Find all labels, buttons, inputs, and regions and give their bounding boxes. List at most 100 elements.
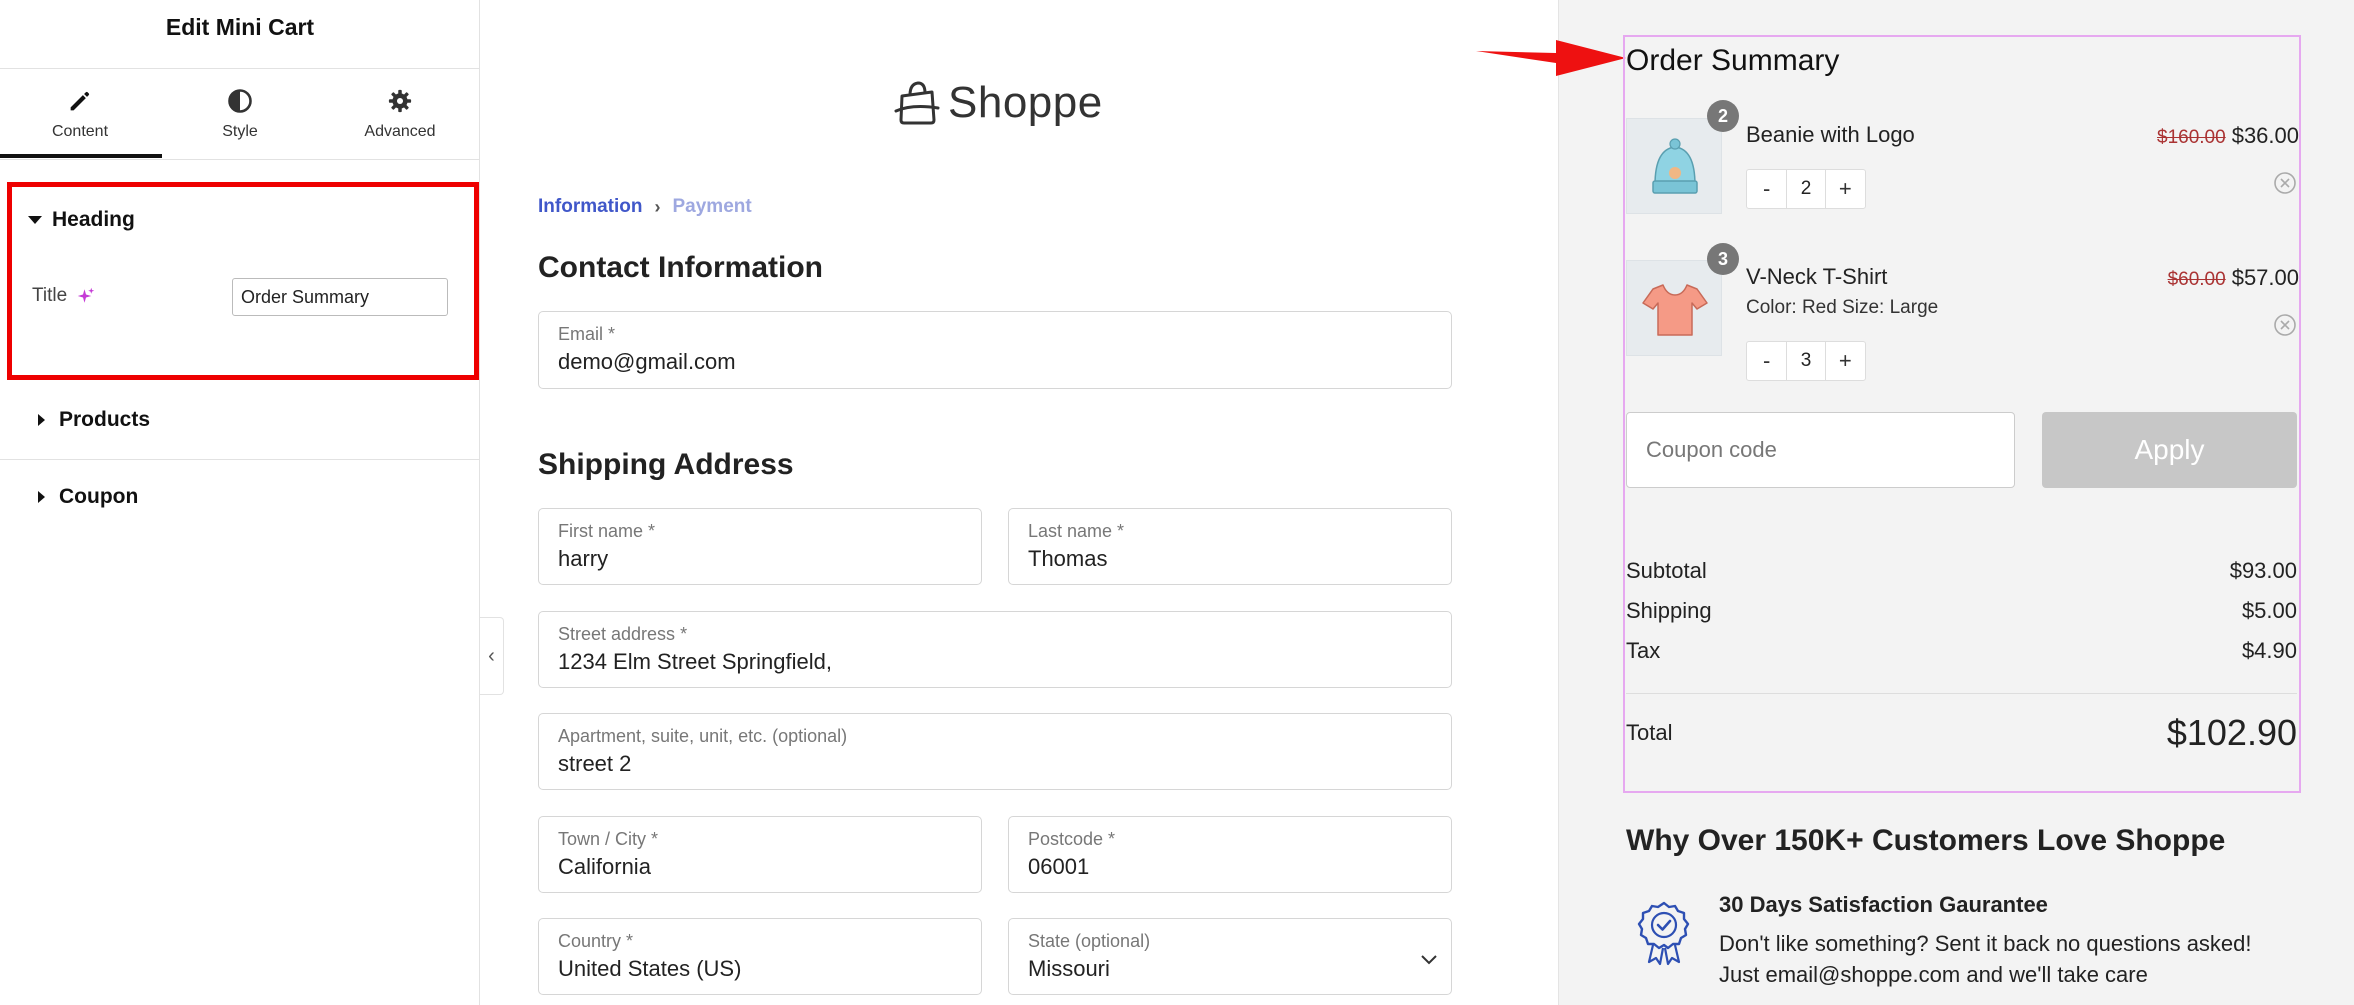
apartment-value: street 2 xyxy=(558,751,632,776)
city-label: Town / City * xyxy=(558,829,659,849)
street-address-value: 1234 Elm Street Springfield, xyxy=(558,649,832,674)
total-label: Total xyxy=(1626,720,1673,745)
chevron-right-icon: › xyxy=(654,196,661,217)
section-products-toggle[interactable]: Products xyxy=(34,408,150,432)
last-name-label: Last name * xyxy=(1028,521,1125,541)
quantity-badge: 3 xyxy=(1707,243,1739,275)
first-name-field[interactable]: First name * harry xyxy=(538,508,982,585)
guarantee-text: Don't like something? Sent it back no qu… xyxy=(1719,931,2252,956)
quantity-stepper: - 3 + xyxy=(1746,341,1866,381)
country-select[interactable]: Country * United States (US) xyxy=(538,918,982,995)
tab-style[interactable]: Style xyxy=(160,69,320,159)
country-label: Country * xyxy=(558,931,634,951)
remove-item-icon[interactable] xyxy=(2273,313,2297,337)
first-name-value: harry xyxy=(558,546,609,571)
tab-style-label: Style xyxy=(222,123,258,140)
postcode-value: 06001 xyxy=(1028,854,1090,879)
breadcrumb-payment[interactable]: Payment xyxy=(673,196,752,218)
logo-text: Shoppe xyxy=(948,78,1103,127)
street-address-field[interactable]: Street address * 1234 Elm Street Springf… xyxy=(538,611,1452,688)
section-coupon-label: Coupon xyxy=(59,485,139,508)
increase-quantity-button[interactable]: + xyxy=(1826,342,1865,380)
subtotal-value: $93.00 xyxy=(2229,558,2297,583)
quantity-value[interactable]: 2 xyxy=(1786,170,1826,208)
decrease-quantity-button[interactable]: - xyxy=(1747,342,1786,380)
red-arrow-annotation xyxy=(1476,40,1626,76)
product-price: $160.00 $36.00 xyxy=(2157,123,2299,149)
contact-information-title: Contact Information xyxy=(538,251,823,284)
subtotal-row: Subtotal $93.00 xyxy=(1626,558,2297,584)
section-coupon-toggle[interactable]: Coupon xyxy=(34,485,138,509)
title-input[interactable] xyxy=(232,278,448,316)
guarantee-title: 30 Days Satisfaction Gaurantee xyxy=(1719,892,2048,917)
caret-down-icon xyxy=(28,216,42,224)
tab-content-label: Content xyxy=(51,123,109,140)
product-name: V-Neck T-Shirt xyxy=(1746,264,1888,289)
caret-right-icon xyxy=(38,491,45,503)
editor-title: Edit Mini Cart xyxy=(165,14,315,40)
apartment-label: Apartment, suite, unit, etc. (optional) xyxy=(558,726,848,746)
chevron-down-icon xyxy=(1421,955,1437,965)
city-field[interactable]: Town / City * California xyxy=(538,816,982,893)
sale-price: $57.00 xyxy=(2231,265,2299,290)
order-summary-title: Order Summary xyxy=(1626,44,1840,77)
ribbon-badge-icon xyxy=(1637,901,1690,966)
tab-content[interactable]: Content xyxy=(0,69,160,159)
product-thumbnail-tshirt xyxy=(1626,260,1722,356)
trust-title: Why Over 150K+ Customers Love Shoppe xyxy=(1626,824,2226,857)
shipping-address-title: Shipping Address xyxy=(538,448,794,481)
ai-sparkle-icon[interactable] xyxy=(77,287,95,305)
tab-advanced[interactable]: Advanced xyxy=(320,69,480,159)
collapse-panel-button[interactable]: ‹ xyxy=(480,617,504,695)
breadcrumb-information[interactable]: Information xyxy=(538,196,643,218)
increase-quantity-button[interactable]: + xyxy=(1826,170,1865,208)
shipping-value: $5.00 xyxy=(2241,598,2297,623)
beanie-image xyxy=(1652,138,1698,194)
sale-price: $36.00 xyxy=(2231,123,2299,148)
title-control-label: Title xyxy=(32,285,95,307)
product-price: $60.00 $57.00 xyxy=(2168,265,2299,291)
country-value: United States (US) xyxy=(558,956,742,981)
product-thumbnail-beanie xyxy=(1626,118,1722,214)
last-name-field[interactable]: Last name * Thomas xyxy=(1008,508,1452,585)
section-heading-toggle[interactable]: Heading xyxy=(28,208,135,232)
postcode-label: Postcode * xyxy=(1028,829,1116,849)
state-value: Missouri xyxy=(1028,956,1110,981)
title-label-text: Title xyxy=(32,285,68,306)
divider xyxy=(1626,693,2297,694)
email-label: Email * xyxy=(558,324,616,344)
product-name: Beanie with Logo xyxy=(1746,122,1915,147)
shoppe-logo: Shoppe xyxy=(892,78,1103,128)
quantity-value[interactable]: 3 xyxy=(1786,342,1826,380)
decrease-quantity-button[interactable]: - xyxy=(1747,170,1786,208)
divider xyxy=(0,159,480,160)
pencil-icon xyxy=(70,91,90,111)
section-products-label: Products xyxy=(59,408,151,431)
total-row: Total $102.90 xyxy=(1626,712,2297,754)
shipping-label: Shipping xyxy=(1626,598,1712,623)
postcode-field[interactable]: Postcode * 06001 xyxy=(1008,816,1452,893)
total-value: $102.90 xyxy=(2166,712,2297,753)
section-heading-label: Heading xyxy=(52,208,135,231)
coupon-code-input[interactable] xyxy=(1626,412,2015,488)
email-field[interactable]: Email * demo@gmail.com xyxy=(538,311,1452,389)
city-value: California xyxy=(558,854,651,879)
apply-coupon-button[interactable]: Apply xyxy=(2042,412,2297,488)
apartment-field[interactable]: Apartment, suite, unit, etc. (optional) … xyxy=(538,713,1452,790)
tax-row: Tax $4.90 xyxy=(1626,638,2297,664)
email-value: demo@gmail.com xyxy=(558,349,736,374)
subtotal-label: Subtotal xyxy=(1626,558,1707,583)
editor-panel: Edit Mini Cart Content Style Advanced He… xyxy=(0,0,480,1005)
tax-value: $4.90 xyxy=(2241,638,2297,663)
breadcrumb: Information › Payment xyxy=(538,196,752,218)
chevron-left-icon: ‹ xyxy=(488,644,495,667)
last-name-value: Thomas xyxy=(1028,546,1108,571)
divider xyxy=(0,459,480,460)
gear-icon xyxy=(388,89,412,113)
street-address-label: Street address * xyxy=(558,624,688,644)
caret-right-icon xyxy=(38,414,45,426)
shopping-bag-logo-icon xyxy=(894,81,940,125)
remove-item-icon[interactable] xyxy=(2273,171,2297,195)
state-select[interactable]: State (optional) Missouri xyxy=(1008,918,1452,995)
guarantee-text: Just email@shoppe.com and we'll take car… xyxy=(1719,962,2148,987)
